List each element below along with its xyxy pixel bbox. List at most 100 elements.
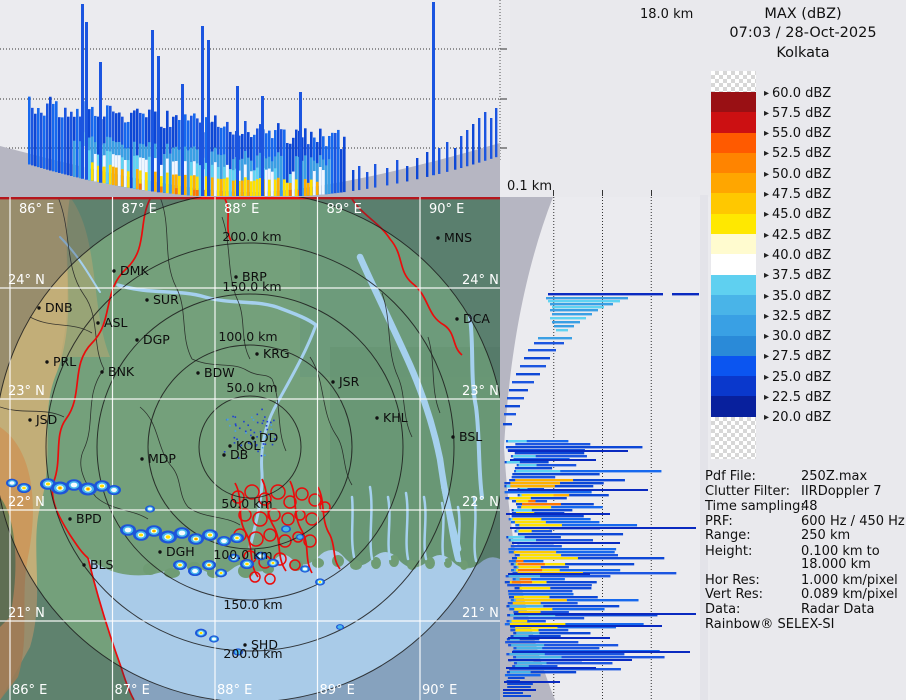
- svg-text:100.0 km: 100.0 km: [213, 547, 272, 562]
- dbz-scale-label: ▸ 40.0 dBZ: [764, 247, 832, 263]
- scale-tick-arrow-icon: ▸: [764, 392, 770, 403]
- right-axis-tick: [602, 190, 603, 196]
- svg-text:DNB: DNB: [45, 300, 73, 315]
- scale-tick-arrow-icon: ▸: [764, 148, 770, 160]
- svg-text:23° N: 23° N: [462, 384, 499, 399]
- svg-text:90° E: 90° E: [429, 202, 464, 217]
- right-profile-panel: [500, 197, 710, 700]
- dbz-color-scale: [711, 71, 756, 459]
- scale-tick-arrow-icon: ▸: [764, 270, 770, 282]
- dbz-scale-label: ▸ 22.5 dBZ: [764, 390, 832, 405]
- dbz-scale-label: ▸ 47.5 dBZ: [764, 187, 832, 202]
- svg-text:SHD: SHD: [251, 637, 278, 652]
- svg-text:ASL: ASL: [104, 315, 127, 330]
- info-row-value: 18.000 km: [801, 557, 871, 572]
- dbz-color-band: [711, 355, 756, 377]
- info-row-label: Range:: [705, 528, 751, 543]
- svg-text:PRL: PRL: [53, 354, 76, 369]
- right-axis-tick: [553, 190, 554, 196]
- info-row-label: Height:: [705, 544, 753, 559]
- dbz-color-band: [711, 416, 756, 459]
- scale-tick-arrow-icon: ▸: [764, 290, 770, 302]
- dbz-scale-label: ▸ 20.0 dBZ: [764, 410, 832, 426]
- dbz-color-band: [711, 173, 756, 194]
- dbz-color-band: [711, 92, 756, 113]
- svg-text:24° N: 24° N: [462, 273, 499, 288]
- svg-text:JSR: JSR: [338, 374, 360, 389]
- svg-text:24° N: 24° N: [8, 273, 45, 288]
- svg-text:DGP: DGP: [143, 332, 170, 347]
- scale-tick-arrow-icon: ▸: [764, 107, 770, 119]
- scale-tick-arrow-icon: ▸: [764, 351, 770, 363]
- svg-text:88° E: 88° E: [224, 202, 259, 217]
- height-axis-min-label: 0.1 km: [507, 179, 552, 194]
- dbz-scale-label: ▸ 60.0 dBZ: [764, 85, 832, 101]
- svg-text:MNS: MNS: [444, 230, 472, 245]
- dbz-color-band: [711, 112, 756, 133]
- svg-text:DCA: DCA: [463, 311, 490, 326]
- info-row-label: Pdf File:: [705, 469, 756, 484]
- scale-tick-arrow-icon: ▸: [764, 249, 770, 261]
- svg-text:KHL: KHL: [383, 410, 408, 425]
- dbz-scale-label: ▸ 42.5 dBZ: [764, 227, 832, 243]
- info-row-value: 48: [801, 499, 818, 514]
- scale-tick-arrow-icon: ▸: [764, 128, 770, 140]
- svg-text:150.0 km: 150.0 km: [223, 597, 282, 612]
- info-row-label: Data:: [705, 602, 741, 617]
- svg-text:DMK: DMK: [120, 263, 149, 278]
- dbz-color-band: [711, 294, 756, 316]
- scale-tick-arrow-icon: ▸: [764, 87, 770, 99]
- svg-text:89° E: 89° E: [327, 202, 362, 217]
- svg-text:SUR: SUR: [153, 292, 179, 307]
- dbz-color-band: [711, 213, 756, 235]
- dbz-color-band: [711, 254, 756, 275]
- svg-text:90° E: 90° E: [422, 683, 457, 698]
- dbz-scale-label: ▸ 52.5 dBZ: [764, 146, 832, 162]
- info-row-label: Time sampling:: [705, 499, 805, 514]
- dbz-color-band: [711, 193, 756, 214]
- scale-tick-arrow-icon: ▸: [764, 412, 770, 424]
- dbz-color-band: [711, 315, 756, 336]
- svg-text:22° N: 22° N: [8, 495, 45, 510]
- info-row-label: Clutter Filter:: [705, 484, 790, 499]
- svg-text:BSL: BSL: [459, 429, 482, 444]
- svg-text:200.0 km: 200.0 km: [222, 229, 281, 244]
- dbz-color-band: [711, 376, 756, 397]
- dbz-scale-label: ▸ 37.5 dBZ: [764, 268, 832, 284]
- radar-map-panel: 200.0 km 150.0 km 100.0 km 50.0 km 50.0 km 10…: [0, 197, 500, 700]
- dbz-scale-label: ▸ 57.5 dBZ: [764, 105, 832, 121]
- dbz-scale-label: ▸ 55.0 dBZ: [764, 126, 832, 142]
- scale-tick-arrow-icon: ▸: [764, 168, 770, 180]
- info-row-value: 250 km: [801, 528, 851, 543]
- svg-text:87° E: 87° E: [115, 683, 150, 698]
- svg-text:89° E: 89° E: [320, 683, 355, 698]
- svg-text:KRG: KRG: [263, 346, 290, 361]
- info-row-value: Radar Data: [801, 602, 875, 617]
- right-axis-tick: [651, 190, 652, 196]
- dbz-scale-label: ▸ 32.5 dBZ: [764, 308, 832, 324]
- dbz-color-band: [711, 71, 756, 92]
- svg-text:21° N: 21° N: [462, 606, 499, 621]
- product-title: MAX (dBZ): [764, 6, 842, 22]
- svg-text:100.0 km: 100.0 km: [218, 329, 277, 344]
- svg-text:BPD: BPD: [76, 511, 102, 526]
- software-brand: Rainbow® SELEX-SI: [705, 617, 835, 632]
- svg-text:DGH: DGH: [166, 544, 195, 559]
- svg-text:BLS: BLS: [90, 557, 114, 572]
- info-row-label: PRF:: [705, 514, 733, 529]
- scale-tick-arrow-icon: ▸: [764, 371, 770, 383]
- svg-text:BRP: BRP: [242, 269, 267, 284]
- scale-tick-arrow-icon: ▸: [764, 229, 770, 241]
- dbz-scale-label: ▸ 35.0 dBZ: [764, 288, 832, 304]
- svg-text:87° E: 87° E: [122, 202, 157, 217]
- svg-text:BDW: BDW: [204, 365, 235, 380]
- scale-tick-arrow-icon: ▸: [764, 310, 770, 322]
- svg-text:MDP: MDP: [148, 451, 176, 466]
- svg-text:DD: DD: [259, 430, 278, 445]
- dbz-color-band: [711, 152, 756, 174]
- top-profile-panel: [0, 0, 510, 197]
- svg-text:88° E: 88° E: [217, 683, 252, 698]
- dbz-scale-label: ▸ 45.0 dBZ: [764, 207, 832, 223]
- svg-text:BNK: BNK: [108, 364, 135, 379]
- dbz-scale-label: ▸ 27.5 dBZ: [764, 349, 832, 365]
